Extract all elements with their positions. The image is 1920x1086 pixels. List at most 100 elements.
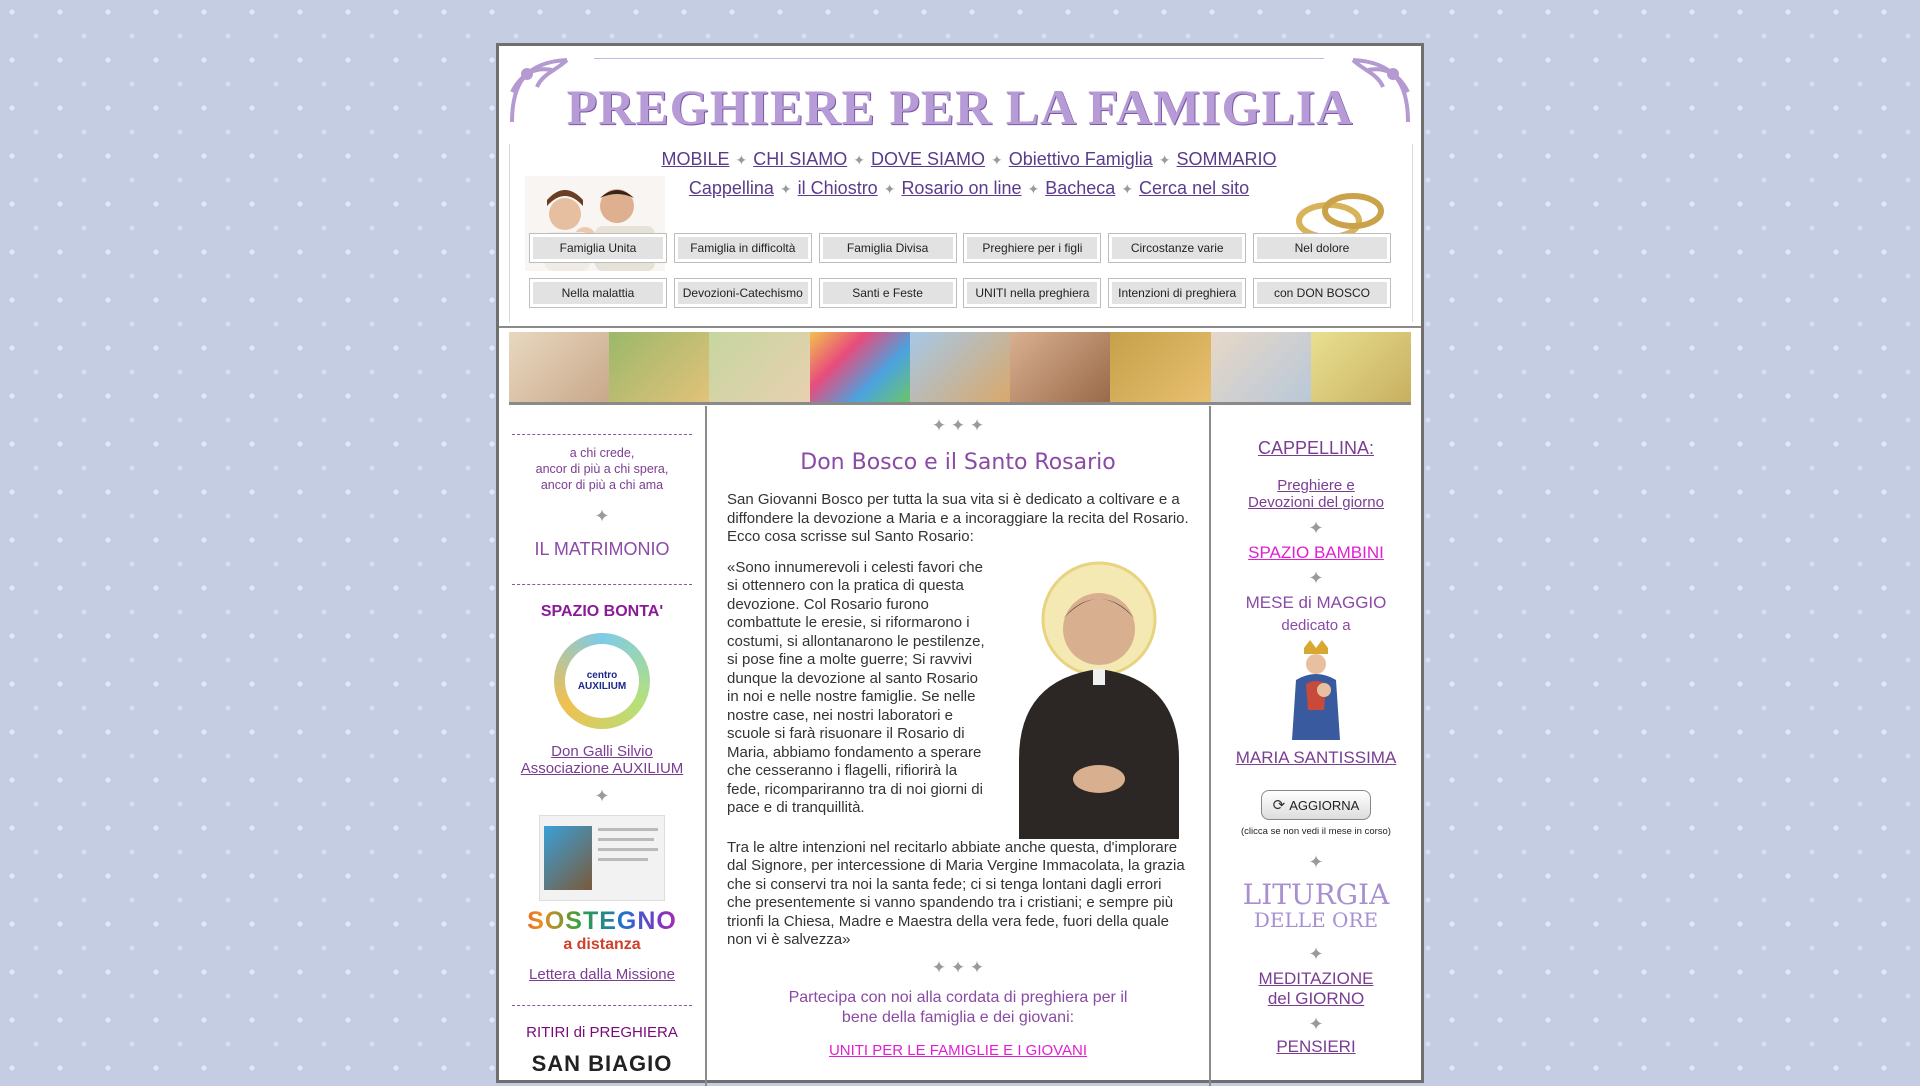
uniti-famiglie-link[interactable]: UNITI PER LE FAMIGLIE E I GIOVANI xyxy=(707,1042,1209,1059)
don-galli-link[interactable]: Don Galli Silvio xyxy=(499,743,705,760)
banner-photo xyxy=(609,332,710,402)
nav-link-sommario[interactable]: SOMMARIO xyxy=(1177,149,1277,169)
article-title: Don Bosco e il Santo Rosario xyxy=(800,450,1116,475)
nav-row-1: MOBILE ✦ CHI SIAMO ✦ DOVE SIAMO ✦ Obiettivo Fa… xyxy=(659,149,1279,170)
auxilium-link-block: Don Galli Silvio Associazione AUXILIUM xyxy=(499,743,705,777)
mese-maggio-heading: MESE di MAGGIO xyxy=(1245,593,1387,612)
nav-link-cerca[interactable]: Cerca nel sito xyxy=(1139,178,1249,198)
san-biagio-logo[interactable]: SAN BIAGIO xyxy=(499,1051,705,1077)
stars-divider-icon: ✦ ✦ ✦ xyxy=(931,957,985,977)
site-title: PREGHIERE PER LA FAMIGLIA xyxy=(566,79,1354,135)
diamond-separator-icon: ✦ xyxy=(1121,181,1134,197)
madonna-image[interactable] xyxy=(1276,640,1356,740)
spazio-bambini-link[interactable]: SPAZIO BAMBINI xyxy=(1211,543,1421,563)
quote-text-2: Tra le altre intenzioni nel recitarlo ab… xyxy=(727,838,1185,949)
button-devozioni-catechismo[interactable]: Devozioni-Catechismo xyxy=(673,278,812,308)
ritiri-heading: RITIRI di PREGHIERA xyxy=(526,1024,678,1041)
banner-photo xyxy=(1110,332,1211,402)
nav-link-cappellina[interactable]: Cappellina xyxy=(689,178,774,198)
pensieri-link[interactable]: PENSIERI xyxy=(1211,1037,1421,1057)
matrimonio-link[interactable]: IL MATRIMONIO xyxy=(499,539,705,560)
page-container: PREGHIERE PER LA FAMIGLIA MOBILE ✦ CHI SIA… xyxy=(496,43,1424,1086)
diamond-separator-icon: ✦ xyxy=(1308,518,1324,538)
dashed-divider xyxy=(512,584,692,585)
banner-photo xyxy=(709,332,810,402)
sostegno-a-distanza-heading[interactable]: SOSTEGNO xyxy=(499,907,705,936)
nav-link-obiettivo-famiglia[interactable]: Obiettivo Famiglia xyxy=(1009,149,1153,169)
meditazione-link-block: MEDITAZIONE del GIORNO xyxy=(1211,969,1421,1009)
button-don-bosco[interactable]: con DON BOSCO xyxy=(1252,278,1391,308)
article-intro: San Giovanni Bosco per tutta la sua vita… xyxy=(727,491,1189,545)
photo-banner xyxy=(509,332,1411,405)
site-header: PREGHIERE PER LA FAMIGLIA MOBILE ✦ CHI SIA… xyxy=(499,46,1421,326)
header-divider xyxy=(499,326,1421,328)
nav-link-bacheca[interactable]: Bacheca xyxy=(1045,178,1115,198)
diamond-separator-icon: ✦ xyxy=(853,152,865,168)
nav-link-dove-siamo[interactable]: DOVE SIAMO xyxy=(871,149,985,169)
button-circostanze-varie[interactable]: Circostanze varie xyxy=(1108,233,1247,263)
diamond-separator-icon: ✦ xyxy=(1308,852,1324,872)
right-sidebar: CAPPELLINA: Preghiere e Devozioni del gi… xyxy=(1211,406,1421,1086)
diamond-separator-icon: ✦ xyxy=(883,181,896,197)
banner-photo xyxy=(1210,332,1311,402)
banner-photo xyxy=(909,332,1011,402)
nav-link-mobile[interactable]: MOBILE xyxy=(661,149,729,169)
nav-link-rosario[interactable]: Rosario on line xyxy=(901,178,1021,198)
button-famiglia-unita[interactable]: Famiglia Unita xyxy=(529,233,667,263)
category-buttons-row-2: Nella malattia Devozioni-Catechismo Sant… xyxy=(529,278,1391,308)
dashed-divider xyxy=(512,434,692,435)
diamond-separator-icon: ✦ xyxy=(594,786,610,806)
devozioni-giorno-link[interactable]: Devozioni del giorno xyxy=(1211,494,1421,511)
diamond-separator-icon: ✦ xyxy=(1027,181,1040,197)
lettera-missione-link[interactable]: Lettera dalla Missione xyxy=(499,966,705,983)
dashed-divider xyxy=(512,1005,692,1006)
article-quote-block: «Sono innumerevoli i celesti favori che … xyxy=(727,559,1189,950)
button-famiglia-divisa[interactable]: Famiglia Divisa xyxy=(818,233,957,263)
button-uniti-preghiera[interactable]: UNITI nella preghiera xyxy=(963,278,1102,308)
button-intenzioni-preghiera[interactable]: Intenzioni di preghiera xyxy=(1108,278,1247,308)
diamond-separator-icon: ✦ xyxy=(1158,152,1171,168)
diamond-separator-icon: ✦ xyxy=(1308,1014,1324,1034)
diamond-separator-icon: ✦ xyxy=(1308,944,1324,964)
associazione-auxilium-link[interactable]: Associazione AUXILIUM xyxy=(499,760,705,777)
preghiere-link-block: Preghiere e Devozioni del giorno xyxy=(1211,477,1421,511)
quote-line: a chi crede, xyxy=(569,446,635,460)
button-preghiere-figli[interactable]: Preghiere per i figli xyxy=(963,233,1102,263)
cappellina-link[interactable]: CAPPELLINA: xyxy=(1211,438,1421,459)
quote-line: ancor di più a chi ama xyxy=(540,478,664,492)
left-sidebar: a chi crede, ancor di più a chi spera, a… xyxy=(499,406,707,1086)
button-nella-malattia[interactable]: Nella malattia xyxy=(529,278,667,308)
banner-photo xyxy=(809,332,910,402)
dedicato-label: dedicato a xyxy=(1281,617,1351,634)
nav-link-chiostro[interactable]: il Chiostro xyxy=(798,178,878,198)
banner-photo xyxy=(1010,332,1111,402)
aggiorna-button[interactable]: ⟳ AGGIORNA xyxy=(1261,790,1371,820)
child-photo xyxy=(544,826,592,890)
refresh-icon: ⟳ xyxy=(1272,797,1286,814)
adoption-leaflet-image[interactable] xyxy=(539,815,665,901)
liturgia-ore-link[interactable]: LITURGIA DELLE ORE xyxy=(1211,881,1421,932)
spazio-bonta-heading: SPAZIO BONTA' xyxy=(540,603,664,620)
preghiere-link[interactable]: Preghiere e xyxy=(1211,477,1421,494)
aggiorna-note: (clicca se non vedi il mese in corso) xyxy=(1241,826,1391,837)
don-bosco-portrait xyxy=(1019,561,1179,839)
nav-row-2: Cappellina ✦ il Chiostro ✦ Rosario on line ✦ B… xyxy=(659,178,1279,199)
category-buttons-row-1: Famiglia Unita Famiglia in difficoltà Fa… xyxy=(529,233,1391,263)
nav-link-chi-siamo[interactable]: CHI SIAMO xyxy=(753,149,847,169)
diamond-separator-icon: ✦ xyxy=(594,506,610,526)
diamond-separator-icon: ✦ xyxy=(1308,568,1324,588)
diamond-separator-icon: ✦ xyxy=(991,152,1003,168)
a-distanza-label: a distanza xyxy=(563,936,641,953)
banner-photo xyxy=(509,332,610,402)
meditazione-link[interactable]: MEDITAZIONE xyxy=(1211,969,1421,989)
button-nel-dolore[interactable]: Nel dolore xyxy=(1252,233,1391,263)
button-santi-feste[interactable]: Santi e Feste xyxy=(818,278,957,308)
auxilium-logo[interactable]: centro AUXILIUM xyxy=(554,633,650,729)
giorno-link[interactable]: del GIORNO xyxy=(1211,989,1421,1009)
button-famiglia-difficolta[interactable]: Famiglia in difficoltà xyxy=(673,233,812,263)
quote-line: ancor di più a chi spera, xyxy=(535,462,669,476)
stars-divider-icon: ✦ ✦ ✦ xyxy=(931,416,985,435)
main-content: ✦ ✦ ✦ Don Bosco e il Santo Rosario San G… xyxy=(707,406,1211,1086)
maria-santissima-link[interactable]: MARIA SANTISSIMA xyxy=(1211,748,1421,768)
diamond-separator-icon: ✦ xyxy=(735,152,748,168)
